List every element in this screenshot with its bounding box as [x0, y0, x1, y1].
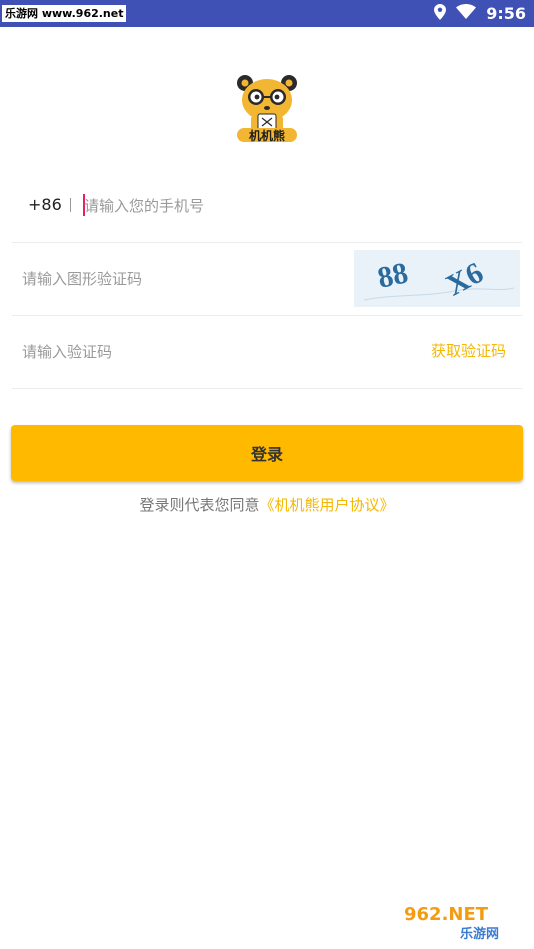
captcha-row: 88 X6 — [12, 243, 522, 316]
country-code-selector[interactable]: +86 — [28, 195, 62, 214]
agreement-text: 登录则代表您同意《机机熊用户协议》 — [0, 494, 534, 515]
svg-text:乐游网: 乐游网 — [460, 926, 499, 942]
login-button[interactable]: 登录 — [11, 425, 523, 481]
location-icon — [434, 3, 447, 24]
status-icons: 9:56 — [434, 0, 526, 27]
divider — [70, 198, 71, 212]
sms-code-row: 获取验证码 — [12, 316, 522, 389]
svg-text:962.NET: 962.NET — [404, 904, 489, 925]
status-time: 9:56 — [486, 4, 526, 23]
status-bar: 乐游网 www.962.net 9:56 — [0, 0, 534, 27]
wifi-icon — [456, 3, 477, 23]
agreement-prefix: 登录则代表您同意 — [139, 496, 260, 514]
captcha-input[interactable] — [22, 266, 342, 292]
watermark-label: 乐游网 www.962.net — [2, 5, 127, 22]
logo-text: 机机熊 — [248, 129, 285, 143]
phone-row: +86 — [12, 170, 522, 243]
watermark-logo: 962.NET 乐游网 — [398, 898, 530, 944]
captcha-text-right: X6 — [441, 256, 489, 302]
get-code-button[interactable]: 获取验证码 — [431, 340, 506, 361]
sms-code-input[interactable] — [22, 339, 342, 365]
phone-input[interactable] — [84, 193, 384, 219]
app-logo: 机机熊 — [231, 72, 303, 144]
captcha-text-left: 88 — [375, 256, 411, 295]
user-agreement-link[interactable]: 《机机熊用户协议》 — [260, 496, 395, 514]
captcha-image[interactable]: 88 X6 — [354, 250, 520, 307]
